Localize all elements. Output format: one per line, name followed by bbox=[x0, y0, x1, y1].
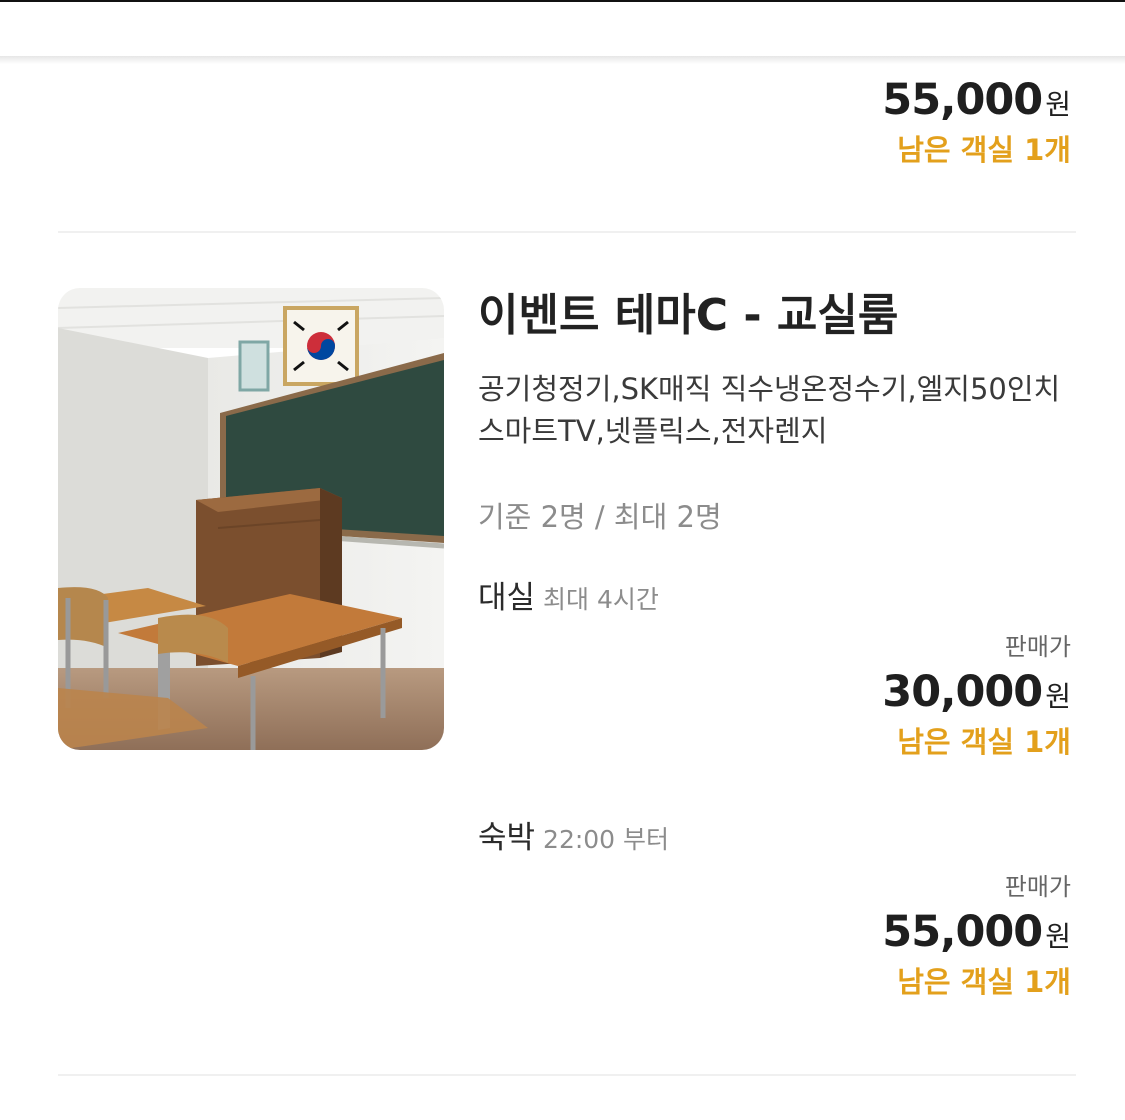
overnight-price: 55,000 원 bbox=[882, 902, 1071, 962]
remaining-rooms: 남은 객실 1개 bbox=[897, 725, 1071, 759]
price-unit: 원 bbox=[1045, 920, 1071, 953]
rate-name: 숙박 bbox=[478, 820, 536, 856]
sale-price-label: 판매가 bbox=[1004, 633, 1071, 661]
remaining-rooms: 남은 객실 1개 bbox=[897, 965, 1071, 999]
rate-detail: 22:00 부터 bbox=[543, 825, 670, 854]
rate-overnight[interactable]: 숙박 22:00 부터 bbox=[478, 812, 669, 857]
classroom-photo bbox=[58, 288, 444, 750]
sale-price-label: 판매가 bbox=[1004, 873, 1071, 901]
top-border bbox=[0, 0, 1125, 2]
header-shadow bbox=[0, 56, 1125, 64]
price-amount: 30,000 bbox=[882, 667, 1043, 717]
room-photo[interactable] bbox=[58, 288, 444, 750]
price-amount: 55,000 bbox=[882, 75, 1043, 125]
prev-room-price-block[interactable]: 55,000 원 남은 객실 1개 bbox=[882, 70, 1071, 170]
dayuse-price-block[interactable]: 판매가 30,000 원 남은 객실 1개 bbox=[882, 632, 1071, 762]
rate-detail: 최대 4시간 bbox=[543, 585, 659, 614]
remaining-rooms: 남은 객실 1개 bbox=[897, 133, 1071, 167]
overnight-price-block[interactable]: 판매가 55,000 원 남은 객실 1개 bbox=[882, 872, 1071, 1002]
room-amenities: 공기청정기,SK매직 직수냉온정수기,엘지50인치스마트TV,넷플릭스,전자렌지 bbox=[478, 372, 1061, 448]
price-amount: 55,000 bbox=[882, 907, 1043, 957]
divider bbox=[58, 1074, 1076, 1076]
prev-room-price: 55,000 원 bbox=[882, 70, 1071, 130]
room-capacity: 기준 2명 / 최대 2명 bbox=[478, 500, 722, 534]
price-unit: 원 bbox=[1045, 680, 1071, 713]
rate-dayuse[interactable]: 대실 최대 4시간 bbox=[478, 572, 659, 617]
dayuse-price: 30,000 원 bbox=[882, 662, 1071, 722]
room-title[interactable]: 이벤트 테마C - 교실룸 bbox=[478, 287, 898, 345]
divider bbox=[58, 231, 1076, 233]
price-unit: 원 bbox=[1045, 88, 1071, 121]
rate-name: 대실 bbox=[478, 580, 536, 616]
